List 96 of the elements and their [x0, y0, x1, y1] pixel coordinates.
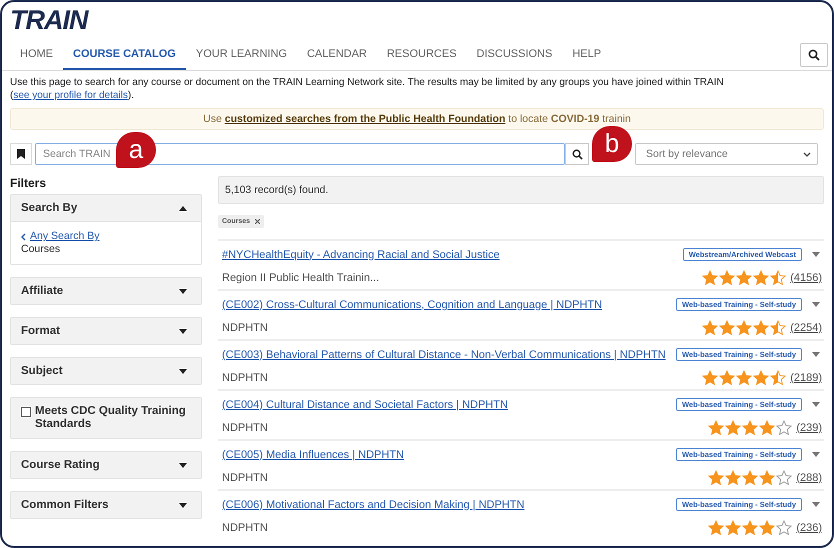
filter-header[interactable]: Affiliate — [11, 278, 201, 304]
star-icon — [759, 470, 776, 485]
sort-dropdown[interactable]: Sort by relevance — [635, 143, 818, 165]
star-icon — [725, 470, 742, 485]
star-icon — [770, 270, 786, 285]
review-count-link[interactable]: (239) — [796, 422, 822, 434]
star-icon — [770, 320, 786, 335]
star-icon — [776, 420, 792, 435]
review-count-link[interactable]: (2254) — [790, 322, 822, 334]
provider-text: NDPHTN — [222, 472, 269, 484]
callout-marker: b — [592, 126, 632, 162]
star-icon — [708, 520, 724, 535]
caret-icon[interactable] — [812, 402, 820, 407]
course-title-link[interactable]: #NYCHealthEquity - Advancing Racial and Social Justice — [222, 248, 683, 260]
star-icon — [776, 470, 792, 485]
chevron-icon — [803, 152, 811, 156]
star-icon — [719, 320, 736, 335]
any-search-link[interactable]: Any Search By — [30, 230, 100, 243]
nav-tab[interactable]: CALENDAR — [296, 39, 377, 70]
bookmark-icon — [17, 149, 25, 159]
results-count: 5,103 record(s) found. — [218, 176, 824, 204]
caret-icon[interactable] — [812, 302, 820, 307]
star-icon — [742, 420, 758, 435]
star-icon — [736, 270, 752, 285]
review-count-link[interactable]: (2189) — [790, 372, 822, 384]
caret-icon — [179, 502, 187, 508]
nav-tab[interactable]: RESOURCES — [376, 39, 467, 70]
caret-icon[interactable] — [812, 502, 820, 507]
course-title-link[interactable]: (CE005) Media Influences | NDPHTN — [222, 448, 676, 460]
provider-text: NDPHTN — [222, 522, 269, 534]
review-count-link[interactable]: (288) — [796, 472, 822, 484]
star-icon — [776, 520, 792, 535]
review-count-link[interactable]: (236) — [796, 522, 822, 534]
nav-tab[interactable]: YOUR LEARNING — [186, 39, 297, 70]
filter-header[interactable]: Common Filters — [11, 492, 201, 518]
bookmark-button[interactable] — [10, 143, 32, 165]
star-icon — [736, 370, 752, 385]
callout-marker: a — [116, 132, 156, 168]
caret-icon — [179, 288, 187, 294]
star-icon — [770, 370, 786, 385]
caret-icon[interactable] — [812, 352, 820, 357]
star-icon — [702, 320, 718, 335]
provider-text: NDPHTN — [222, 372, 269, 384]
star-icon — [708, 420, 724, 435]
provider-text: Region II Public Health Trainin... — [222, 272, 380, 284]
caret-icon — [179, 328, 187, 334]
filter-value: Courses — [21, 243, 62, 256]
checkbox-label: Meets CDC Quality Training Standards — [35, 405, 187, 431]
notice-text: Use customized searches from the Public Health Foundation to locate COVID-19 trainin — [203, 113, 631, 125]
caret-icon — [179, 462, 187, 468]
star-icon — [725, 420, 742, 435]
nav-tab[interactable]: DISCUSSIONS — [466, 39, 562, 70]
star-icon — [702, 270, 718, 285]
search-icon — [572, 148, 582, 160]
logo: TRAIN — [9, 4, 90, 37]
search-button[interactable] — [800, 42, 828, 66]
course-title-link[interactable]: (CE006) Motivational Factors and Decision Making | NDPHTN — [222, 498, 676, 510]
star-icon — [759, 420, 776, 435]
caret-icon[interactable] — [812, 452, 820, 457]
course-title-link[interactable]: (CE002) Cross-Cultural Communications, Cognition and Language | NDPHTN — [222, 298, 676, 310]
nav-tab[interactable]: COURSE CATALOG — [63, 39, 186, 70]
nav-tab[interactable]: HELP — [562, 39, 612, 70]
filter-header[interactable]: Format — [11, 318, 201, 344]
star-icon — [719, 270, 736, 285]
provider-text: NDPHTN — [222, 422, 269, 434]
filter-header[interactable]: Course Rating — [11, 452, 201, 478]
star-icon — [742, 520, 758, 535]
checkbox[interactable] — [21, 407, 31, 417]
filter-header[interactable]: Search By — [11, 195, 201, 221]
intro-text: Use this page to search for any course or document on the TRAIN Learning Network site. The results may be limited by any groups you have joined within TRAIN (see your profile for details). — [10, 76, 725, 102]
nav-tab[interactable]: HOME — [10, 39, 63, 70]
star-icon — [708, 470, 724, 485]
star-icon — [753, 270, 770, 285]
caret-icon — [179, 206, 187, 210]
caret-icon — [179, 368, 187, 374]
star-icon — [702, 370, 718, 385]
filter-header[interactable]: Subject — [11, 358, 201, 384]
review-count-link[interactable]: (4156) — [790, 272, 822, 284]
search-icon — [808, 48, 820, 60]
filters-heading: Filters — [10, 176, 48, 190]
chevron-left-icon — [21, 232, 26, 240]
star-icon — [742, 470, 758, 485]
star-icon — [736, 320, 752, 335]
course-title-link[interactable]: (CE004) Cultural Distance and Societal Factors | NDPHTN — [222, 398, 676, 410]
star-icon — [719, 370, 736, 385]
star-icon — [753, 320, 770, 335]
course-title-link[interactable]: (CE003) Behavioral Patterns of Cultural Distance - Non-Verbal Communications | NDPHTN — [222, 348, 676, 360]
provider-text: NDPHTN — [222, 322, 269, 334]
star-icon — [725, 520, 742, 535]
star-icon — [753, 370, 770, 385]
foundation-link[interactable]: customized searches from the Public Health Foundation — [224, 113, 506, 125]
search-button[interactable] — [565, 143, 589, 165]
caret-icon[interactable] — [812, 252, 820, 257]
star-icon — [759, 520, 776, 535]
profile-link[interactable]: see your profile for details — [13, 90, 128, 101]
close-icon — [255, 219, 260, 224]
